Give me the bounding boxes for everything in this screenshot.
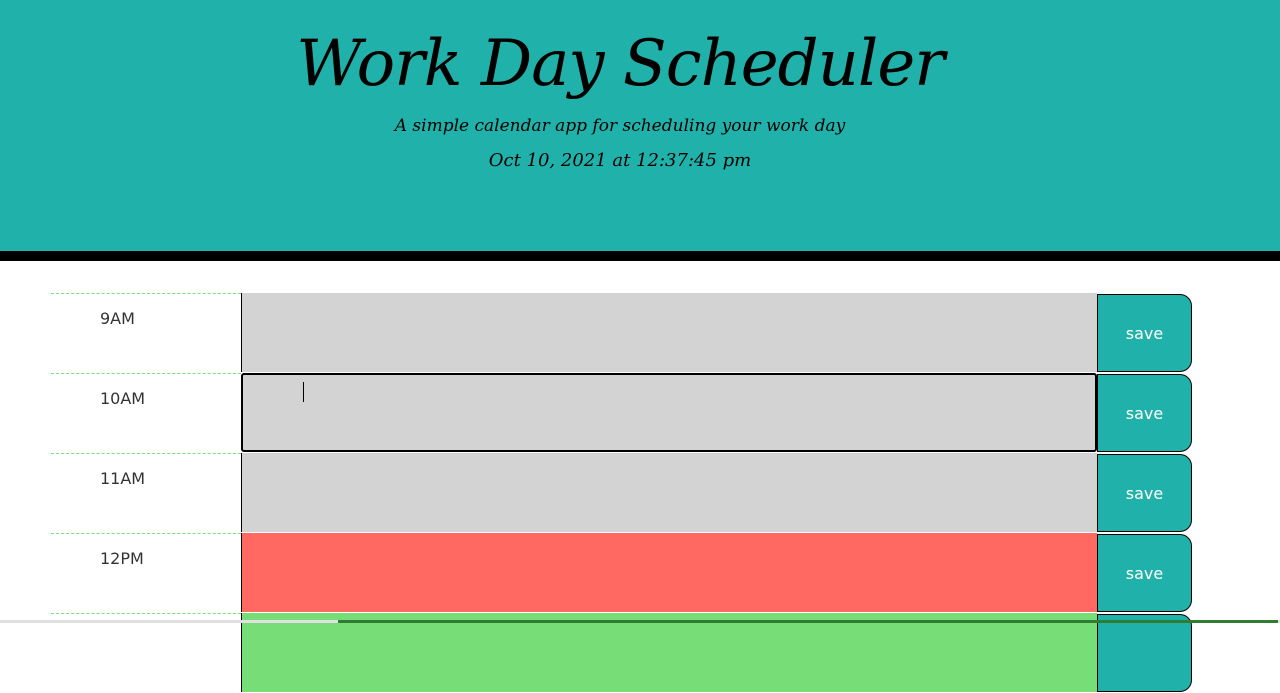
time-block-10am: 10AM save [51,373,1192,453]
time-block-9am: 9AM save [51,293,1192,373]
hour-label: 11AM [51,453,241,532]
time-block-12pm: 12PM save [51,533,1192,613]
task-input[interactable] [241,613,1097,692]
text-cursor [303,382,304,402]
task-input[interactable] [241,293,1097,372]
page-title: Work Day Scheduler [296,27,945,101]
current-datetime: Oct 10, 2021 at 12:37:45 pm [488,150,752,171]
schedule: 9AM save 10AM save 11AM save 12PM save [51,293,1192,693]
hour-label: 12PM [51,533,241,612]
save-button[interactable]: save [1097,374,1192,452]
task-input[interactable] [241,533,1097,612]
hour-label [51,613,241,692]
hour-label: 10AM [51,373,241,452]
save-button[interactable]: save [1097,454,1192,532]
page-header: Work Day Scheduler A simple calendar app… [0,0,1280,261]
page-subtitle: A simple calendar app for scheduling you… [394,116,846,136]
save-button[interactable]: save [1097,534,1192,612]
save-button[interactable]: save [1097,294,1192,372]
task-input[interactable] [241,453,1097,532]
time-block-next [51,613,1192,693]
hour-label: 9AM [51,293,241,372]
time-block-11am: 11AM save [51,453,1192,533]
task-input[interactable] [241,373,1097,452]
save-button[interactable] [1097,614,1192,692]
